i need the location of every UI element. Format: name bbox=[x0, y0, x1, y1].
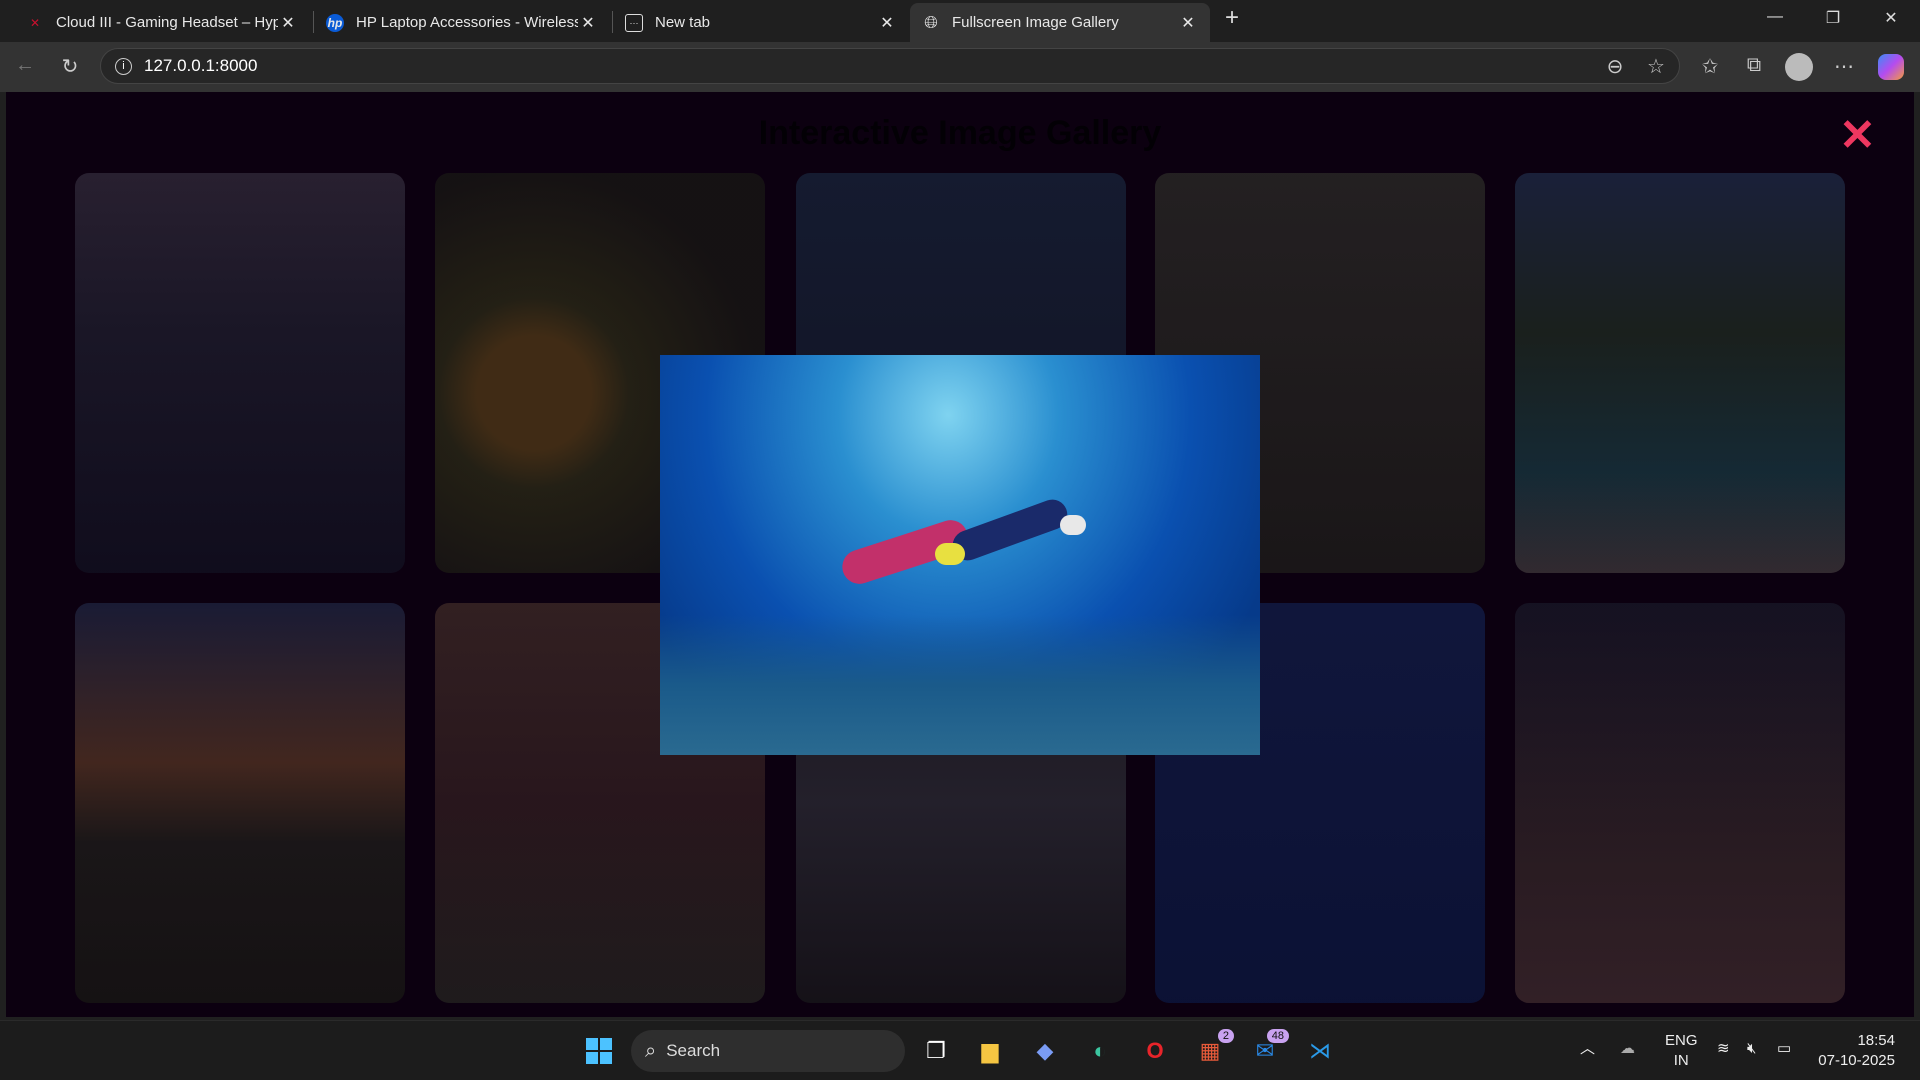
tab-new[interactable]: ··· New tab ✕ bbox=[613, 3, 909, 42]
close-window-button[interactable]: ✕ bbox=[1871, 8, 1911, 28]
store-icon[interactable]: ▦ 2 bbox=[1192, 1029, 1234, 1069]
zoom-out-icon[interactable]: ⊖ bbox=[1601, 54, 1629, 79]
mail-icon[interactable]: ✉ 48 bbox=[1247, 1029, 1289, 1069]
close-tab-icon[interactable]: ✕ bbox=[1178, 13, 1198, 33]
tab-gallery[interactable]: 🌐︎ Fullscreen Image Gallery ✕ bbox=[910, 3, 1210, 42]
refresh-icon[interactable]: ↻ bbox=[56, 54, 84, 79]
more-menu-icon[interactable]: ⋯ bbox=[1830, 54, 1858, 79]
favorite-star-icon[interactable]: ☆ bbox=[1642, 54, 1670, 79]
thumbnail-5[interactable] bbox=[1515, 173, 1845, 573]
address-bar[interactable]: i 127.0.0.1:8000 bbox=[100, 48, 1680, 84]
edge-icon[interactable]: ◐ bbox=[1082, 1033, 1118, 1069]
file-explorer-icon[interactable]: ▆ bbox=[972, 1033, 1008, 1069]
mute-icon[interactable]: 🔇︎ bbox=[1747, 1039, 1756, 1059]
hp-icon: hp bbox=[326, 13, 344, 32]
close-tab-icon[interactable]: ✕ bbox=[278, 13, 298, 33]
back-icon[interactable]: ← bbox=[11, 54, 39, 77]
tab-hyperx[interactable]: ✕ Cloud III - Gaming Headset – HyperX ✕ bbox=[14, 3, 310, 42]
diver-2 bbox=[948, 495, 1072, 565]
battery-icon[interactable]: ▭ bbox=[1777, 1039, 1791, 1059]
mail-badge: 48 bbox=[1266, 1029, 1289, 1043]
page-title: Interactive Image Gallery bbox=[758, 114, 1162, 152]
onedrive-icon[interactable]: ☁ bbox=[1620, 1039, 1635, 1059]
task-view-icon[interactable]: ❐ bbox=[918, 1033, 954, 1069]
collections-icon[interactable]: ⧉ bbox=[1740, 54, 1768, 77]
fullscreen-image[interactable] bbox=[660, 355, 1260, 755]
address-toolbar: ← ↻ i 127.0.0.1:8000 ⊖ ☆ ✩ ⧉ ⋯ bbox=[0, 42, 1920, 92]
opera-icon[interactable]: O bbox=[1137, 1033, 1173, 1069]
search-icon: ⌕ bbox=[645, 1039, 657, 1062]
close-tab-icon[interactable]: ✕ bbox=[877, 13, 897, 33]
tab-label: New tab bbox=[655, 14, 711, 31]
favorites-icon[interactable]: ✩ bbox=[1696, 54, 1724, 79]
url-text: 127.0.0.1:8000 bbox=[144, 56, 258, 75]
newtab-icon: ··· bbox=[625, 13, 643, 32]
thumbnail-10[interactable] bbox=[1515, 603, 1845, 1003]
close-tab-icon[interactable]: ✕ bbox=[578, 13, 598, 33]
tab-bar: ✕ Cloud III - Gaming Headset – HyperX ✕ … bbox=[0, 0, 1920, 42]
start-button[interactable] bbox=[581, 1033, 617, 1069]
tab-label: Cloud III - Gaming Headset – HyperX bbox=[56, 14, 278, 31]
profile-avatar[interactable] bbox=[1785, 53, 1813, 81]
taskbar-search[interactable]: ⌕ Search bbox=[631, 1030, 905, 1072]
copilot-icon[interactable] bbox=[1878, 54, 1904, 80]
lang: ENG bbox=[1665, 1032, 1698, 1049]
wifi-icon[interactable]: ≋ bbox=[1717, 1039, 1730, 1059]
globe-icon: 🌐︎ bbox=[924, 12, 938, 32]
reef bbox=[660, 615, 1260, 755]
tray-expand-icon[interactable]: ︿ bbox=[1580, 1039, 1595, 1059]
minimize-button[interactable]: — bbox=[1755, 8, 1795, 26]
copilot-app-icon[interactable]: ◆ bbox=[1027, 1033, 1063, 1069]
clock[interactable]: 18:54 07-10-2025 bbox=[1815, 1031, 1895, 1071]
tab-label: Fullscreen Image Gallery bbox=[952, 14, 1119, 31]
tab-hp[interactable]: hp HP Laptop Accessories - Wireless ✕ bbox=[314, 3, 610, 42]
region: IN bbox=[1673, 1052, 1689, 1069]
language-indicator[interactable]: ENG IN bbox=[1665, 1031, 1698, 1071]
thumbnail-6[interactable] bbox=[75, 603, 405, 1003]
hyperx-icon: ✕ bbox=[29, 15, 41, 30]
tab-label: HP Laptop Accessories - Wireless bbox=[356, 14, 578, 31]
date: 07-10-2025 bbox=[1818, 1052, 1895, 1069]
close-modal-button[interactable]: ✕ bbox=[1839, 114, 1876, 158]
search-label: Search bbox=[666, 1041, 721, 1060]
store-badge: 2 bbox=[1217, 1029, 1234, 1043]
info-icon[interactable]: i bbox=[115, 57, 132, 75]
thumbnail-1[interactable] bbox=[75, 173, 405, 573]
mask-1 bbox=[935, 543, 965, 565]
vscode-icon[interactable]: ⋊ bbox=[1302, 1033, 1338, 1069]
time: 18:54 bbox=[1857, 1032, 1895, 1049]
taskbar: ⌕ Search ❐ ▆ ◆ ◐ O ▦ 2 ✉ 48 ⋊ ︿ ☁ ENG IN ≋ … bbox=[0, 1020, 1920, 1080]
mask-2 bbox=[1060, 515, 1086, 535]
new-tab-button[interactable]: + bbox=[1212, 4, 1252, 32]
maximize-button[interactable]: ❐ bbox=[1813, 8, 1853, 28]
gallery-page: Interactive Image Gallery ✕ bbox=[6, 92, 1914, 1017]
